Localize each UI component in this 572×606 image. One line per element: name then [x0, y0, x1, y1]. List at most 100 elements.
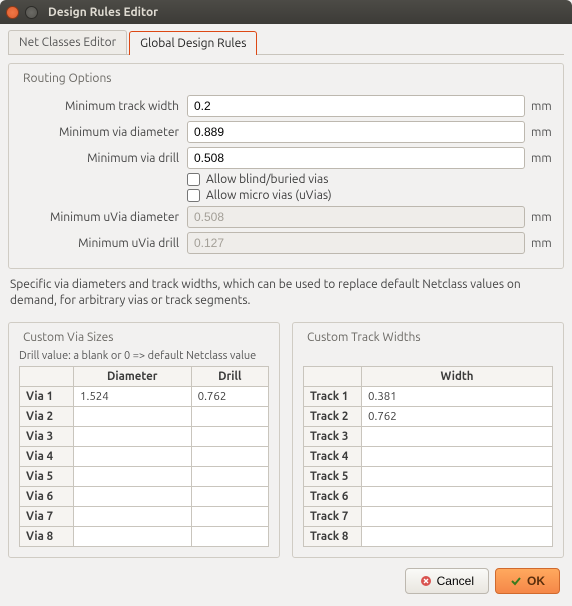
- track-width-cell[interactable]: [362, 467, 553, 487]
- via-diameter-cell[interactable]: [74, 467, 192, 487]
- ok-icon: [510, 575, 522, 587]
- min-via-drill-input[interactable]: [187, 147, 525, 169]
- track-row-label: Track 1: [304, 387, 362, 407]
- tab-global-rules[interactable]: Global Design Rules: [129, 31, 257, 55]
- custom-via-table[interactable]: Diameter Drill Via 11.5240.762Via 2Via 3…: [19, 366, 269, 547]
- ok-label: OK: [527, 574, 545, 588]
- routing-options-title: Routing Options: [19, 72, 116, 85]
- custom-track-widths: Custom Track Widths Width Track 10.381Tr…: [292, 322, 564, 558]
- via-row-label: Via 3: [20, 427, 74, 447]
- unit-mm: mm: [525, 100, 553, 113]
- track-row-label: Track 6: [304, 487, 362, 507]
- via-diameter-cell[interactable]: [74, 507, 192, 527]
- track-width-cell[interactable]: [362, 427, 553, 447]
- table-row[interactable]: Track 5: [304, 467, 553, 487]
- min-track-width-input[interactable]: [187, 95, 525, 117]
- minimize-icon[interactable]: [25, 6, 38, 19]
- via-row-label: Via 7: [20, 507, 74, 527]
- via-row-label: Via 6: [20, 487, 74, 507]
- allow-micro-vias-checkbox[interactable]: [187, 189, 200, 202]
- cancel-icon: [420, 575, 432, 587]
- via-drill-cell[interactable]: 0.762: [191, 387, 268, 407]
- track-row-label: Track 4: [304, 447, 362, 467]
- tab-net-classes[interactable]: Net Classes Editor: [8, 30, 127, 54]
- drill-hint: Drill value: a blank or 0 => default Net…: [19, 350, 269, 362]
- via-drill-cell[interactable]: [191, 447, 268, 467]
- allow-blind-buried-checkbox[interactable]: [187, 173, 200, 186]
- via-drill-cell[interactable]: [191, 407, 268, 427]
- via-drill-cell[interactable]: [191, 467, 268, 487]
- table-row[interactable]: Track 4: [304, 447, 553, 467]
- min-via-diameter-input[interactable]: [187, 121, 525, 143]
- window-title: Design Rules Editor: [48, 6, 158, 19]
- tabs: Net Classes Editor Global Design Rules: [8, 30, 564, 55]
- table-row[interactable]: Via 6: [20, 487, 269, 507]
- table-row[interactable]: Via 4: [20, 447, 269, 467]
- track-row-label: Track 7: [304, 507, 362, 527]
- track-row-label: Track 2: [304, 407, 362, 427]
- table-row[interactable]: Track 10.381: [304, 387, 553, 407]
- via-header-drill: Drill: [191, 367, 268, 387]
- track-width-cell[interactable]: [362, 487, 553, 507]
- via-diameter-cell[interactable]: [74, 527, 192, 547]
- via-drill-cell[interactable]: [191, 527, 268, 547]
- track-width-cell[interactable]: [362, 507, 553, 527]
- via-row-label: Via 8: [20, 527, 74, 547]
- custom-via-title: Custom Via Sizes: [19, 331, 117, 344]
- specific-hint: Specific via diameters and track widths,…: [10, 277, 562, 308]
- track-width-cell[interactable]: [362, 447, 553, 467]
- ok-button[interactable]: OK: [495, 568, 560, 594]
- min-track-width-label: Minimum track width: [19, 100, 187, 113]
- close-icon[interactable]: [6, 6, 19, 19]
- allow-micro-vias-label: Allow micro vias (uVias): [206, 189, 332, 202]
- table-row[interactable]: Via 5: [20, 467, 269, 487]
- via-diameter-cell[interactable]: [74, 487, 192, 507]
- table-row[interactable]: Via 11.5240.762: [20, 387, 269, 407]
- cancel-button[interactable]: Cancel: [405, 568, 489, 594]
- via-row-label: Via 5: [20, 467, 74, 487]
- track-header-width: Width: [362, 367, 553, 387]
- table-row[interactable]: Track 8: [304, 527, 553, 547]
- min-uvia-drill-label: Minimum uVia drill: [19, 237, 187, 250]
- table-row[interactable]: Via 7: [20, 507, 269, 527]
- unit-mm: mm: [525, 152, 553, 165]
- custom-track-table[interactable]: Width Track 10.381Track 20.762Track 3Tra…: [303, 366, 553, 547]
- track-width-cell[interactable]: 0.381: [362, 387, 553, 407]
- track-row-label: Track 5: [304, 467, 362, 487]
- table-row[interactable]: Via 3: [20, 427, 269, 447]
- min-via-drill-label: Minimum via drill: [19, 152, 187, 165]
- via-diameter-cell[interactable]: [74, 447, 192, 467]
- via-diameter-cell[interactable]: [74, 407, 192, 427]
- table-row[interactable]: Track 20.762: [304, 407, 553, 427]
- table-row[interactable]: Track 7: [304, 507, 553, 527]
- table-row[interactable]: Via 2: [20, 407, 269, 427]
- via-drill-cell[interactable]: [191, 507, 268, 527]
- unit-mm: mm: [525, 237, 553, 250]
- table-row[interactable]: Via 8: [20, 527, 269, 547]
- via-row-label: Via 4: [20, 447, 74, 467]
- table-row[interactable]: Track 6: [304, 487, 553, 507]
- via-row-label: Via 1: [20, 387, 74, 407]
- custom-track-title: Custom Track Widths: [303, 331, 425, 344]
- unit-mm: mm: [525, 126, 553, 139]
- allow-blind-buried-label: Allow blind/buried vias: [206, 173, 328, 186]
- via-row-label: Via 2: [20, 407, 74, 427]
- cancel-label: Cancel: [437, 574, 474, 588]
- titlebar: Design Rules Editor: [0, 0, 572, 24]
- track-row-label: Track 3: [304, 427, 362, 447]
- via-header-diameter: Diameter: [74, 367, 192, 387]
- min-uvia-diameter-input: [187, 206, 525, 228]
- min-via-diameter-label: Minimum via diameter: [19, 126, 187, 139]
- min-uvia-drill-input: [187, 232, 525, 254]
- unit-mm: mm: [525, 211, 553, 224]
- track-width-cell[interactable]: [362, 527, 553, 547]
- via-drill-cell[interactable]: [191, 487, 268, 507]
- table-row[interactable]: Track 3: [304, 427, 553, 447]
- custom-via-sizes: Custom Via Sizes Drill value: a blank or…: [8, 322, 280, 558]
- track-width-cell[interactable]: 0.762: [362, 407, 553, 427]
- via-diameter-cell[interactable]: [74, 427, 192, 447]
- via-diameter-cell[interactable]: 1.524: [74, 387, 192, 407]
- via-drill-cell[interactable]: [191, 427, 268, 447]
- min-uvia-diameter-label: Minimum uVia diameter: [19, 211, 187, 224]
- track-row-label: Track 8: [304, 527, 362, 547]
